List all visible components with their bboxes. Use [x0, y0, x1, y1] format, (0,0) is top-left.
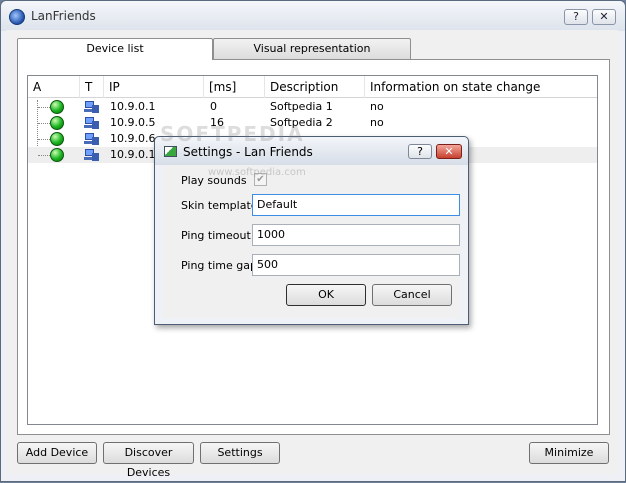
- minimize-button[interactable]: Minimize: [529, 442, 609, 464]
- settings-button[interactable]: Settings: [200, 442, 280, 464]
- dialog-close-button[interactable]: ✕: [436, 144, 462, 159]
- ip-cell: 10.9.0.5: [110, 116, 156, 129]
- column-header-t[interactable]: T: [80, 76, 104, 98]
- help-button[interactable]: ?: [564, 9, 588, 25]
- tree-branch: [38, 123, 50, 124]
- column-header-a[interactable]: A: [28, 76, 80, 98]
- ip-cell: 10.9.0.1: [110, 100, 156, 113]
- dialog-body: www.softpedia.com Play sounds ✔ Skin tem…: [163, 165, 460, 318]
- computer-icon: [84, 149, 99, 161]
- column-header-ms[interactable]: [ms]: [204, 76, 265, 98]
- close-button[interactable]: ✕: [592, 9, 616, 25]
- computer-icon: [84, 117, 99, 129]
- ok-button[interactable]: OK: [286, 284, 366, 306]
- window-title: LanFriends: [31, 9, 96, 23]
- green-led-icon: [50, 148, 64, 162]
- computer-icon: [84, 133, 99, 145]
- discover-devices-button[interactable]: Discover Devices: [103, 442, 194, 479]
- lanfriends-app-icon: [9, 9, 25, 25]
- tree-branch: [38, 155, 50, 156]
- ping-time-gap-label: Ping time gap: [181, 259, 257, 272]
- tab-visual-representation[interactable]: Visual representation: [213, 38, 411, 59]
- green-led-icon: [50, 100, 64, 114]
- skin-template-label: Skin template: [181, 199, 258, 212]
- ping-time-gap-input[interactable]: 500: [252, 254, 460, 276]
- table-row[interactable]: 10.9.0.5 16 Softpedia 2 no: [28, 115, 597, 131]
- column-header-information[interactable]: Information on state change: [365, 76, 597, 98]
- softpedia-watermark: SOFTPEDIA: [160, 122, 305, 146]
- dialog-title: Settings - Lan Friends: [183, 145, 313, 159]
- settings-window-icon: [164, 146, 177, 157]
- green-led-icon: [50, 116, 64, 130]
- skin-template-input[interactable]: Default: [252, 194, 460, 216]
- ip-cell: 10.9.0.6: [110, 132, 156, 145]
- add-device-button[interactable]: Add Device: [17, 442, 97, 464]
- table-row[interactable]: 10.9.0.1 0 Softpedia 1 no: [28, 99, 597, 115]
- info-cell: no: [370, 116, 384, 129]
- ms-cell: 0: [210, 100, 217, 113]
- info-cell: no: [370, 100, 384, 113]
- tab-device-list[interactable]: Device list: [17, 38, 213, 60]
- tree-branch: [38, 107, 50, 108]
- title-bar[interactable]: LanFriends ? ✕: [1, 1, 625, 31]
- ping-timeout-input[interactable]: 1000: [252, 224, 460, 246]
- ping-timeout-label: Ping timeout: [181, 229, 251, 242]
- tree-branch: [38, 139, 50, 140]
- dialog-help-button[interactable]: ?: [408, 144, 432, 159]
- green-led-icon: [50, 132, 64, 146]
- cancel-button[interactable]: Cancel: [372, 284, 452, 306]
- computer-icon: [84, 101, 99, 113]
- column-header-description[interactable]: Description: [265, 76, 365, 98]
- softpedia-url-watermark: www.softpedia.com: [208, 167, 306, 178]
- column-header-ip[interactable]: IP: [104, 76, 204, 98]
- description-cell: Softpedia 1: [270, 100, 333, 113]
- list-header: A T IP [ms] Description Information on s…: [28, 76, 597, 98]
- settings-dialog: Settings - Lan Friends ? ✕ www.softpedia…: [154, 136, 469, 325]
